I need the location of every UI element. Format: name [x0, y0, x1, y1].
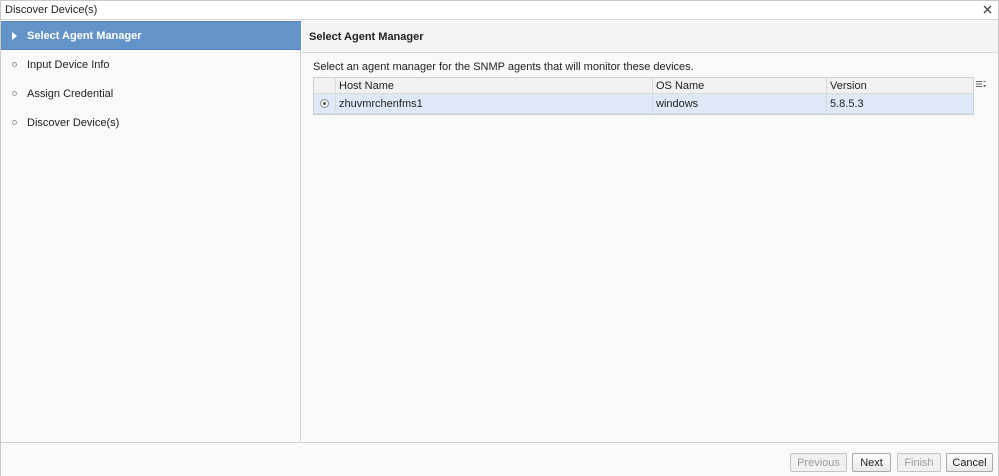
window-title: Discover Device(s) — [5, 4, 98, 16]
title-bar: Discover Device(s) — [1, 1, 998, 20]
wizard-steps-sidebar: Select Agent Manager Input Device Info A… — [1, 21, 301, 441]
panel-header: Select Agent Manager — [302, 21, 998, 53]
cancel-button[interactable]: Cancel — [946, 453, 993, 472]
step-label: Select Agent Manager — [27, 29, 142, 42]
os-name-cell[interactable]: windows — [653, 94, 827, 113]
row-radio-button[interactable] — [320, 99, 329, 108]
version-cell[interactable]: 5.8.5.3 — [827, 94, 973, 113]
finish-button[interactable]: Finish — [897, 453, 941, 472]
next-button[interactable]: Next — [852, 453, 891, 472]
panel-title: Select Agent Manager — [309, 31, 424, 43]
step-input-device-info[interactable]: Input Device Info — [1, 50, 301, 79]
column-header-host-name[interactable]: Host Name — [336, 78, 653, 93]
row-select-cell[interactable] — [314, 94, 336, 113]
step-assign-credential[interactable]: Assign Credential — [1, 79, 301, 108]
select-column-header — [314, 78, 336, 93]
step-discover-devices[interactable]: Discover Device(s) — [1, 108, 301, 137]
step-select-agent-manager[interactable]: Select Agent Manager — [1, 21, 301, 50]
table-row[interactable]: zhuvmrchenfms1 windows 5.8.5.3 — [314, 94, 973, 114]
main-panel: Select Agent Manager Select an agent man… — [302, 21, 998, 441]
step-label: Discover Device(s) — [27, 116, 120, 129]
dialog-footer: Previous Next Finish Cancel — [1, 442, 998, 476]
step-bullet-icon — [10, 60, 18, 68]
host-name-cell[interactable]: zhuvmrchenfms1 — [336, 94, 653, 113]
current-step-arrow-icon — [10, 32, 18, 40]
previous-button[interactable]: Previous — [790, 453, 847, 472]
close-icon[interactable] — [980, 2, 994, 16]
column-header-version[interactable]: Version — [827, 78, 973, 93]
discover-devices-dialog: Discover Device(s) Select Agent Manager … — [0, 0, 999, 476]
table-header-row: Host Name OS Name Version — [314, 78, 973, 94]
step-label: Assign Credential — [27, 87, 114, 100]
step-bullet-icon — [10, 89, 18, 97]
column-header-os-name[interactable]: OS Name — [653, 78, 827, 93]
instructions-text: Select an agent manager for the SNMP age… — [313, 61, 694, 73]
column-menu-icon[interactable] — [974, 77, 988, 93]
step-label: Input Device Info — [27, 58, 110, 71]
step-bullet-icon — [10, 118, 18, 126]
agent-manager-table: Host Name OS Name Version zhuvmrchenfms1… — [313, 77, 974, 115]
